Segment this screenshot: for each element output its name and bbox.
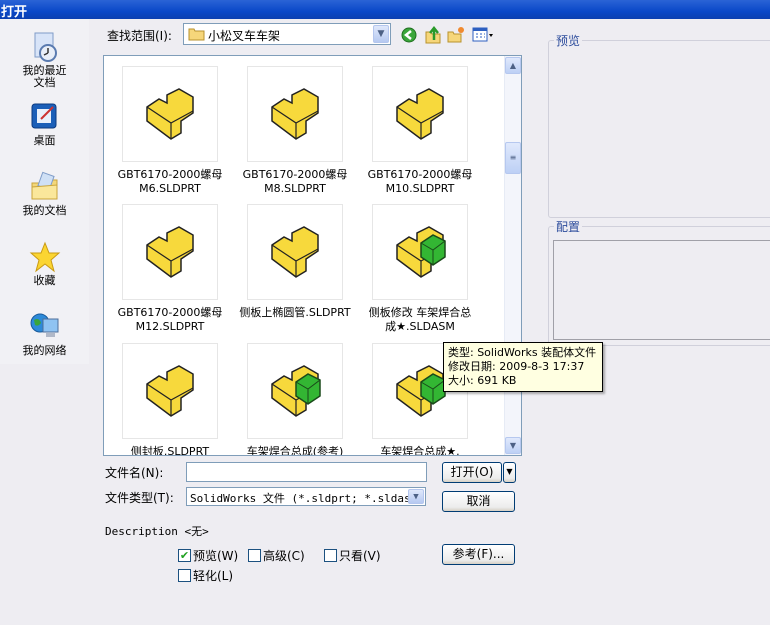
filetype-select[interactable]: SolidWorks 文件 (*.sldprt; *.sldasm; ▼ (186, 487, 426, 506)
chevron-down-icon[interactable]: ▼ (408, 489, 424, 504)
filename-input[interactable] (186, 462, 427, 482)
file-name-label[interactable]: GBT6170-2000螺母 M10.SLDPRT (355, 168, 485, 196)
tooltip-modified: 修改日期: 2009-8-3 17:37 (448, 360, 585, 373)
place-favorites[interactable]: 收藏 (0, 241, 89, 287)
file-thumbnail[interactable] (122, 204, 218, 300)
preview-label: 预览 (554, 32, 583, 49)
assembly-file-icon (396, 365, 446, 417)
view-menu-icon[interactable] (472, 27, 494, 43)
place-label: 我的文档 (22, 204, 67, 217)
file-list[interactable]: GBT6170-2000螺母 M6.SLDPRT GBT6170-2000螺母 M… (103, 55, 522, 456)
window-title: 打开 (1, 5, 28, 20)
place-label: 收藏 (33, 274, 56, 287)
file-thumbnail[interactable] (372, 66, 468, 162)
file-name-label[interactable]: 车架焊合总成(参考) (230, 445, 360, 455)
advanced-checkbox[interactable]: 高级(C) (248, 547, 305, 564)
new-folder-icon[interactable] (447, 26, 465, 44)
folder-icon (188, 28, 205, 41)
scroll-thumb[interactable]: ≡ (505, 142, 521, 174)
config-label: 配置 (554, 218, 583, 235)
recent-documents-icon (34, 32, 57, 62)
back-icon[interactable] (401, 27, 417, 43)
open-options-dropdown[interactable]: ▼ (503, 462, 516, 483)
open-button[interactable]: 打开(O) (442, 462, 502, 483)
checkbox[interactable] (248, 549, 261, 562)
lightweight-checkbox[interactable]: 轻化(L) (178, 567, 233, 584)
file-thumbnail[interactable] (122, 66, 218, 162)
file-thumbnail[interactable] (247, 343, 343, 439)
part-file-icon (146, 226, 194, 278)
file-name-label[interactable]: 车架焊合总成★. (355, 445, 485, 455)
part-file-icon (396, 88, 444, 140)
preview-checkbox[interactable]: ✔ 预览(W) (178, 547, 238, 564)
look-in-label: 查找范围(I): (107, 29, 172, 43)
my-documents-icon (31, 171, 57, 200)
filename-label: 文件名(N): (105, 466, 164, 480)
file-name-label[interactable]: 侧板修改 车架焊合总 成★.SLDASM (355, 306, 485, 334)
filetype-label: 文件类型(T): (105, 491, 174, 505)
file-thumbnail[interactable] (372, 204, 468, 300)
up-folder-icon[interactable] (424, 26, 442, 44)
file-name-label[interactable]: 侧封板.SLDPRT (105, 445, 235, 455)
favorites-icon (29, 241, 60, 273)
chevron-down-icon[interactable]: ▼ (373, 25, 389, 43)
assembly-file-icon (396, 226, 446, 278)
part-file-icon (146, 88, 194, 140)
file-name-label[interactable]: GBT6170-2000螺母 M8.SLDPRT (230, 168, 360, 196)
cancel-button[interactable]: 取消 (442, 491, 515, 512)
file-thumbnail[interactable] (247, 204, 343, 300)
file-thumbnail[interactable] (247, 66, 343, 162)
file-thumbnail[interactable] (122, 343, 218, 439)
assembly-file-icon (271, 365, 321, 417)
look-in-value: 小松叉车车架 (208, 29, 281, 43)
file-name-label[interactable]: GBT6170-2000螺母 M12.SLDPRT (105, 306, 235, 334)
checkbox[interactable]: ✔ (178, 549, 191, 562)
part-file-icon (271, 226, 319, 278)
scroll-down-button[interactable]: ▼ (505, 437, 521, 454)
place-recent[interactable]: 我的最近 文档 (0, 31, 89, 89)
place-my-documents[interactable]: 我的文档 (0, 171, 89, 217)
place-desktop[interactable]: 桌面 (0, 101, 89, 147)
checkbox[interactable] (178, 569, 191, 582)
place-label: 我的网络 (22, 344, 67, 357)
checkbox-label: 只看(V) (339, 549, 381, 563)
vertical-scrollbar[interactable]: ▲ ≡ ▼ (504, 56, 521, 455)
file-tooltip: 类型: SolidWorks 装配体文件 修改日期: 2009-8-3 17:3… (443, 342, 603, 392)
title-bar: 打开 (0, 0, 770, 20)
checkbox[interactable] (324, 549, 337, 562)
references-button[interactable]: 参考(F)... (442, 544, 515, 565)
checkbox-label: 轻化(L) (193, 569, 234, 583)
tooltip-size: 大小: 691 KB (448, 374, 517, 387)
config-list[interactable] (553, 240, 770, 340)
part-file-icon (146, 365, 194, 417)
place-label: 我的最近 文档 (22, 64, 67, 89)
look-in-dropdown[interactable]: 小松叉车车架 ▼ (183, 23, 391, 45)
place-label: 桌面 (33, 134, 56, 147)
file-name-label[interactable]: GBT6170-2000螺母 M6.SLDPRT (105, 168, 235, 196)
file-name-label[interactable]: 侧板上椭圆管.SLDPRT (230, 306, 360, 320)
checkbox-label: 高级(C) (263, 549, 305, 563)
desktop-icon (31, 103, 56, 129)
read-only-checkbox[interactable]: 只看(V) (324, 547, 381, 564)
scroll-up-button[interactable]: ▲ (505, 57, 521, 74)
tooltip-type: 类型: SolidWorks 装配体文件 (448, 346, 597, 359)
network-icon (30, 313, 58, 337)
places-bar: 我的最近 文档 桌面 我的文档 收藏 我的网络 (0, 19, 89, 364)
filetype-value: SolidWorks 文件 (*.sldprt; *.sldasm; (190, 492, 424, 505)
part-file-icon (271, 88, 319, 140)
checkbox-label: 预览(W) (193, 549, 239, 563)
preview-group (548, 40, 770, 218)
place-network[interactable]: 我的网络 (0, 311, 89, 357)
description-text: Description <无> (105, 525, 209, 538)
